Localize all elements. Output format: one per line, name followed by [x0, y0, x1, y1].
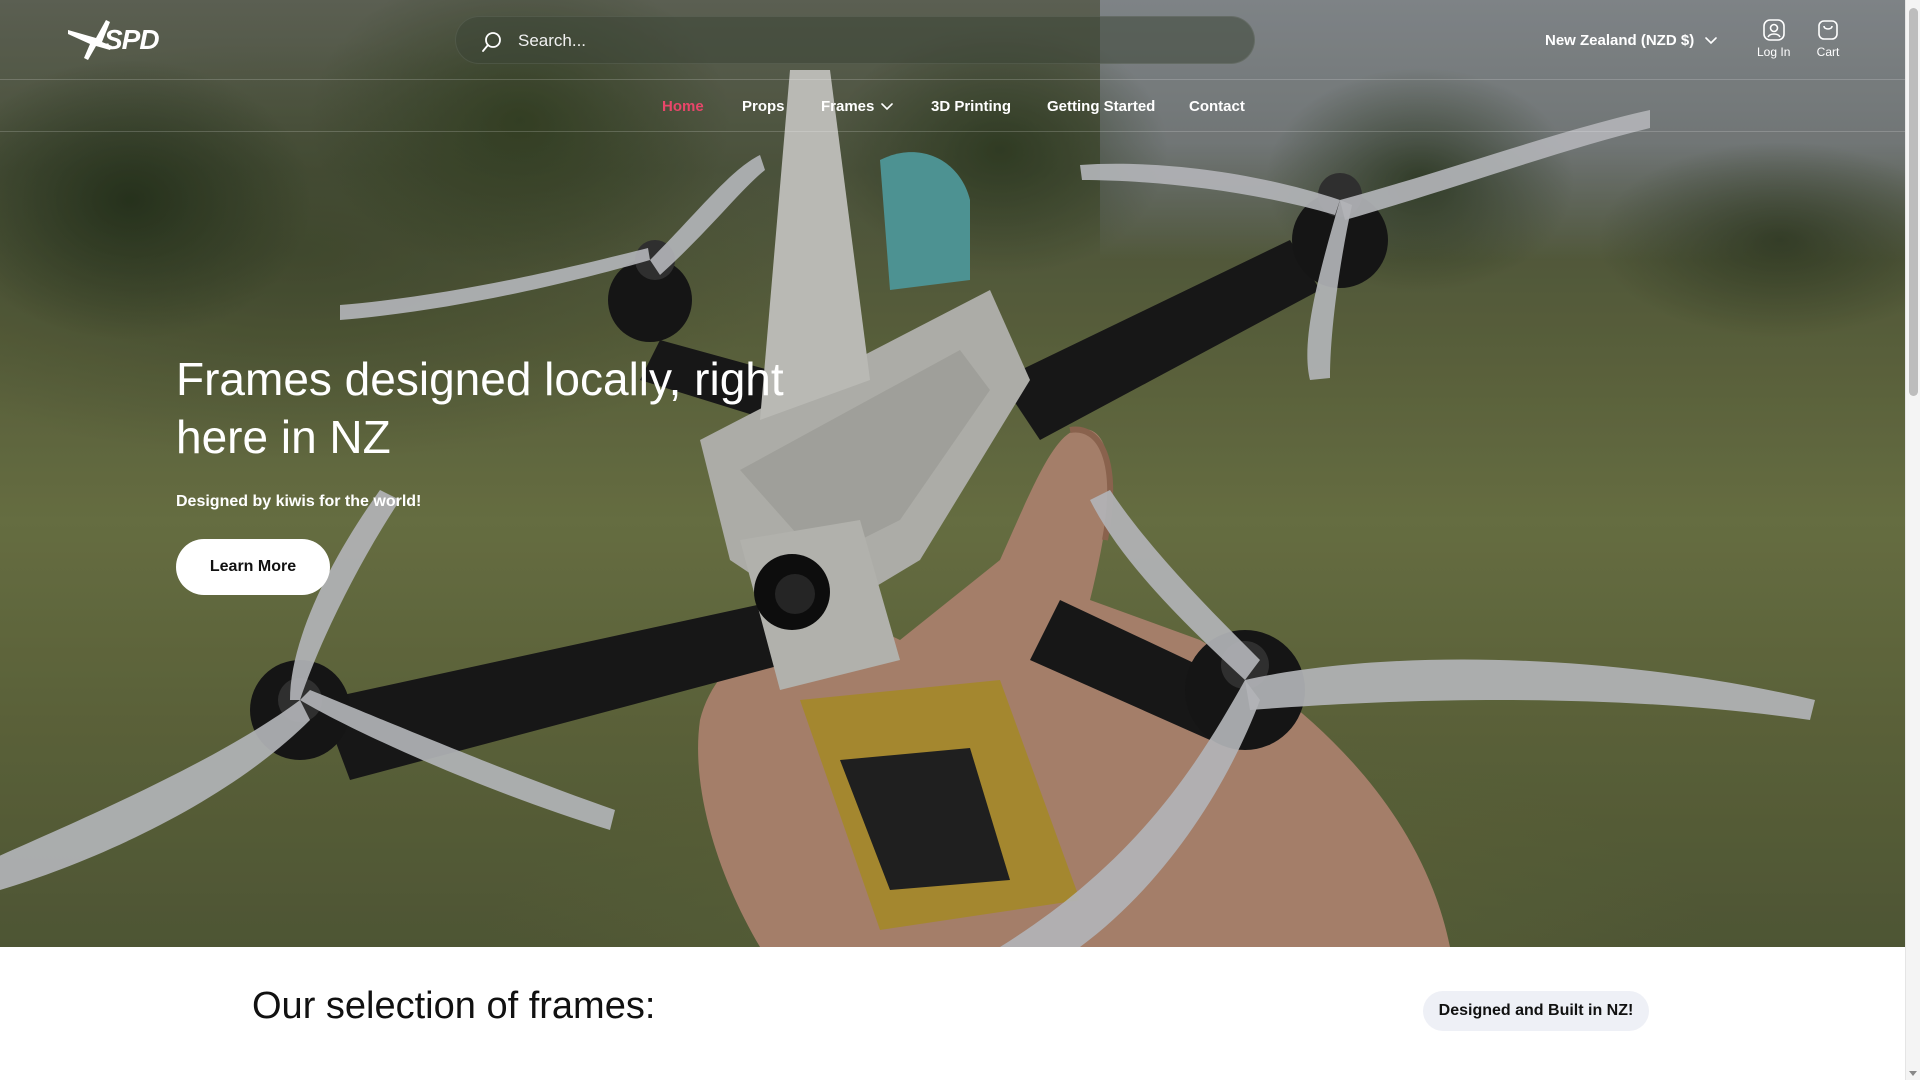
site-logo[interactable]: SPD	[66, 16, 162, 64]
nav-item-contact[interactable]: Contact	[1189, 80, 1245, 132]
hero-banner	[0, 0, 1905, 947]
main-navigation: Home Props Frames 3D Printing Getting St…	[0, 80, 1905, 132]
cart-button[interactable]: Cart	[1816, 18, 1840, 59]
region-label: New Zealand (NZD $)	[1545, 31, 1695, 49]
scroll-down-arrow-icon[interactable]	[1909, 1071, 1917, 1076]
nav-label: Props	[742, 97, 785, 115]
nav-label: Frames	[821, 97, 875, 115]
cart-label: Cart	[1816, 45, 1840, 59]
nav-item-3d-printing[interactable]: 3D Printing	[931, 80, 1011, 132]
chevron-down-icon	[881, 103, 894, 111]
search-icon[interactable]	[480, 30, 504, 54]
nav-item-home[interactable]: Home	[662, 80, 704, 132]
search-input[interactable]	[518, 17, 1218, 65]
section-title: Our selection of frames:	[252, 985, 656, 1027]
login-label: Log In	[1757, 45, 1791, 59]
nav-label: Getting Started	[1047, 97, 1156, 115]
nav-item-getting-started[interactable]: Getting Started	[1047, 80, 1155, 132]
bag-icon	[1818, 20, 1838, 40]
hero-overlay	[0, 0, 1905, 947]
site-header: SPD New Zealand (NZD $) Log In Cart	[0, 0, 1905, 80]
login-button[interactable]: Log In	[1757, 18, 1790, 59]
nz-badge-label: Designed and Built in NZ!	[1438, 1002, 1634, 1019]
hero-subtitle: Designed by kiwis for the world!	[176, 493, 422, 510]
hero-title: Frames designed locally, right here in N…	[176, 353, 784, 463]
learn-more-button[interactable]: Learn More	[176, 539, 330, 595]
page-scrollbar[interactable]	[1905, 0, 1920, 1080]
nav-item-frames[interactable]: Frames	[821, 80, 894, 132]
search-bar[interactable]	[455, 16, 1255, 65]
logo-text: SPD	[104, 24, 160, 55]
region-selector[interactable]: New Zealand (NZD $)	[1545, 28, 1718, 52]
nav-label: Home	[662, 97, 704, 115]
nav-label: Contact	[1189, 97, 1245, 115]
scrollbar-thumb[interactable]	[1909, 8, 1918, 396]
nav-label: 3D Printing	[931, 97, 1012, 115]
nav-item-props[interactable]: Props	[742, 80, 785, 132]
chevron-down-icon	[1705, 37, 1717, 45]
nz-badge: Designed and Built in NZ!	[1423, 991, 1649, 1031]
user-circle-icon	[1762, 19, 1785, 41]
